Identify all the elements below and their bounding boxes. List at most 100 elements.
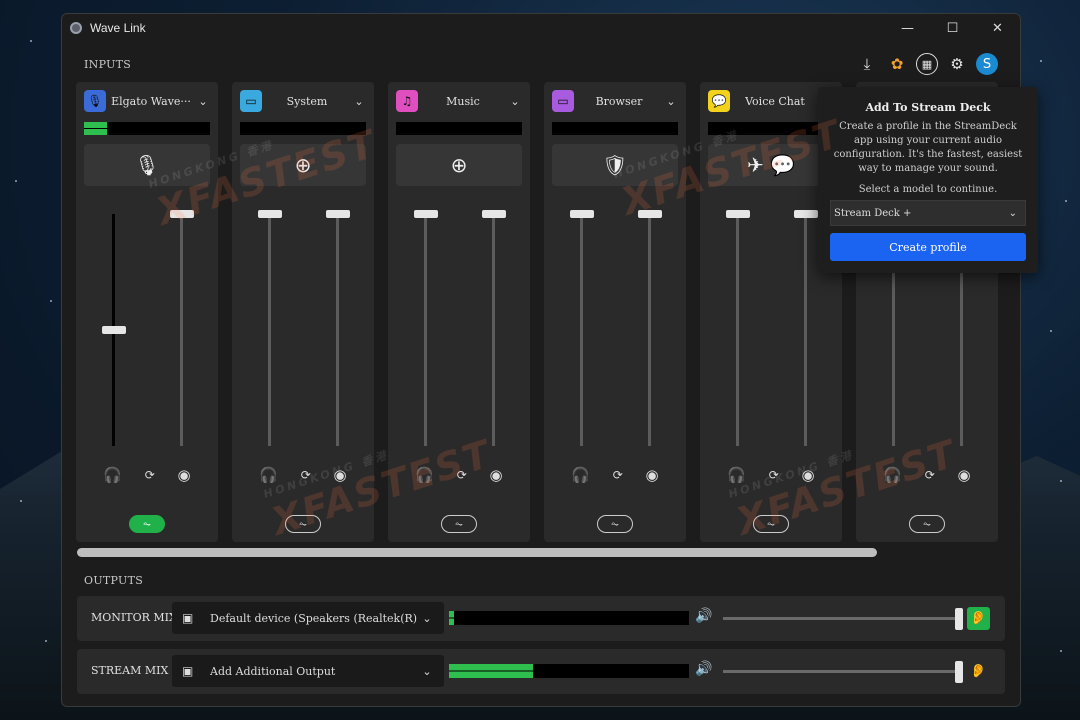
channel-header[interactable]: ♫ Music ⌄ (396, 90, 522, 112)
broadcast-icon[interactable]: ◉ (958, 466, 971, 484)
output-volume-handle[interactable] (955, 661, 963, 683)
monitor-volume-slider-handle[interactable] (414, 210, 438, 218)
stream-volume-slider-track[interactable] (492, 214, 495, 446)
chevron-down-icon: ⌄ (422, 611, 432, 625)
chevron-down-icon[interactable]: ⌄ (352, 95, 366, 108)
listen-ear-icon[interactable]: 👂 (967, 660, 990, 683)
popover-title: Add To Stream Deck (865, 101, 991, 114)
stream-volume-slider-track[interactable] (648, 214, 651, 446)
output-device-select[interactable]: ▣ Default device (Speakers (Realtek(R) A… (172, 602, 444, 634)
link-icon[interactable]: ⟳ (613, 466, 623, 484)
chevron-down-icon: ⌄ (422, 664, 432, 678)
stream-volume-slider-handle[interactable] (170, 210, 194, 218)
effects-toggle[interactable]: ⏦ (909, 515, 945, 533)
link-icon[interactable]: ⟳ (301, 466, 311, 484)
monitor-volume-slider-handle[interactable] (726, 210, 750, 218)
headphones-icon[interactable]: 🎧 (103, 466, 122, 484)
input-level-meter (708, 122, 834, 135)
monitor-volume-slider-handle[interactable] (258, 210, 282, 218)
channel-action-button[interactable]: ✈ 💬 (708, 144, 834, 186)
music-note-icon: ♫ (396, 90, 418, 112)
headphones-icon[interactable]: 🎧 (727, 466, 746, 484)
minimize-button[interactable]: — (885, 14, 930, 42)
channel-action-button[interactable]: 🎙 (84, 144, 210, 186)
monitor-volume-slider-track[interactable] (424, 214, 427, 446)
link-icon[interactable]: ⟳ (457, 466, 467, 484)
star (45, 640, 47, 642)
effects-toggle[interactable]: ⏦ (441, 515, 477, 533)
close-button[interactable]: ✕ (975, 14, 1020, 42)
link-icon[interactable]: ⟳ (925, 466, 935, 484)
create-profile-button[interactable]: Create profile (830, 233, 1026, 261)
star (1060, 480, 1062, 482)
channel-action-button[interactable]: ⊕ (240, 144, 366, 186)
monitor-volume-slider-handle[interactable] (102, 326, 126, 334)
stream-volume-slider-track[interactable] (180, 214, 183, 446)
effects-toggle[interactable]: ⏦ (285, 515, 321, 533)
channel-action-button[interactable]: 🛡 (552, 144, 678, 186)
model-select[interactable]: Stream Deck + ⌄ (830, 200, 1026, 226)
avatar[interactable]: S (976, 53, 998, 75)
brave-browser-icon: 🛡 (602, 153, 628, 177)
broadcast-icon[interactable]: ◉ (334, 466, 347, 484)
channel-header[interactable]: ▭ System ⌄ (240, 90, 366, 112)
chevron-down-icon[interactable]: ⌄ (664, 95, 678, 108)
input-channel: 🎙 Elgato Wave··· ⌄ 🎙 🎧 ⟳ ◉ ⏦ (76, 82, 218, 542)
horizontal-scrollbar[interactable] (77, 548, 877, 557)
link-icon[interactable]: ⟳ (145, 466, 155, 484)
stream-deck-icon[interactable]: ▦ (916, 53, 938, 75)
output-volume-track[interactable] (723, 617, 963, 620)
channel-header[interactable]: 🎙 Elgato Wave··· ⌄ (84, 90, 210, 112)
chevron-down-icon[interactable]: ⌄ (196, 95, 210, 108)
link-icon[interactable]: ⟳ (769, 466, 779, 484)
channel-header[interactable]: ▭ Browser ⌄ (552, 90, 678, 112)
output-level-meter (449, 664, 689, 678)
gear-icon[interactable]: ⚙ (946, 53, 968, 75)
stream-volume-slider-handle[interactable] (326, 210, 350, 218)
stream-volume-slider-track[interactable] (336, 214, 339, 446)
stream-volume-slider-handle[interactable] (638, 210, 662, 218)
output-volume-track[interactable] (723, 670, 963, 673)
input-level-meter (552, 122, 678, 135)
output-volume-handle[interactable] (955, 608, 963, 630)
effects-toggle[interactable]: ⏦ (129, 515, 165, 533)
broadcast-icon[interactable]: ◉ (646, 466, 659, 484)
stream-volume-slider-handle[interactable] (794, 210, 818, 218)
maximize-button[interactable]: ☐ (930, 14, 975, 42)
output-device-select[interactable]: ▣ Add Additional Output ⌄ (172, 655, 444, 687)
title-bar[interactable]: Wave Link — ☐ ✕ (62, 14, 1020, 42)
volume-icon[interactable]: 🔊 (695, 608, 712, 624)
star (50, 300, 52, 302)
add-app-icon: ⊕ (294, 153, 312, 177)
download-icon[interactable]: ⤓ (856, 53, 878, 75)
channel-name: Browser (595, 94, 643, 108)
broadcast-icon[interactable]: ◉ (178, 466, 191, 484)
output-label: STREAM MIX (91, 664, 169, 677)
channel-action-button[interactable]: ⊕ (396, 144, 522, 186)
channel-header[interactable]: 💬 Voice Chat ⌄ (708, 90, 834, 112)
effects-toggle[interactable]: ⏦ (753, 515, 789, 533)
headphones-icon[interactable]: 🎧 (415, 466, 434, 484)
stream-volume-slider-track[interactable] (804, 214, 807, 446)
volume-icon[interactable]: 🔊 (695, 661, 712, 677)
star (1050, 330, 1052, 332)
broadcast-icon[interactable]: ◉ (802, 466, 815, 484)
star (15, 180, 17, 182)
add-app-icon: ⊕ (450, 153, 468, 177)
monitor-volume-slider-handle[interactable] (570, 210, 594, 218)
monitor-volume-slider-track[interactable] (580, 214, 583, 446)
chevron-down-icon[interactable]: ⌄ (508, 95, 522, 108)
marketplace-icon[interactable]: ✿ (886, 53, 908, 75)
headphones-icon[interactable]: 🎧 (883, 466, 902, 484)
toolbar: ⤓ ✿ ▦ ⚙ S (856, 53, 998, 75)
monitor-volume-slider-track[interactable] (736, 214, 739, 446)
effects-toggle[interactable]: ⏦ (597, 515, 633, 533)
monitor-volume-slider-track[interactable] (268, 214, 271, 446)
monitor-icon: ▭ (240, 90, 262, 112)
headphones-icon[interactable]: 🎧 (259, 466, 278, 484)
headphones-icon[interactable]: 🎧 (571, 466, 590, 484)
broadcast-icon[interactable]: ◉ (490, 466, 503, 484)
model-select-value: Stream Deck + (834, 207, 912, 219)
listen-ear-icon[interactable]: 👂 (967, 607, 990, 630)
stream-volume-slider-handle[interactable] (482, 210, 506, 218)
